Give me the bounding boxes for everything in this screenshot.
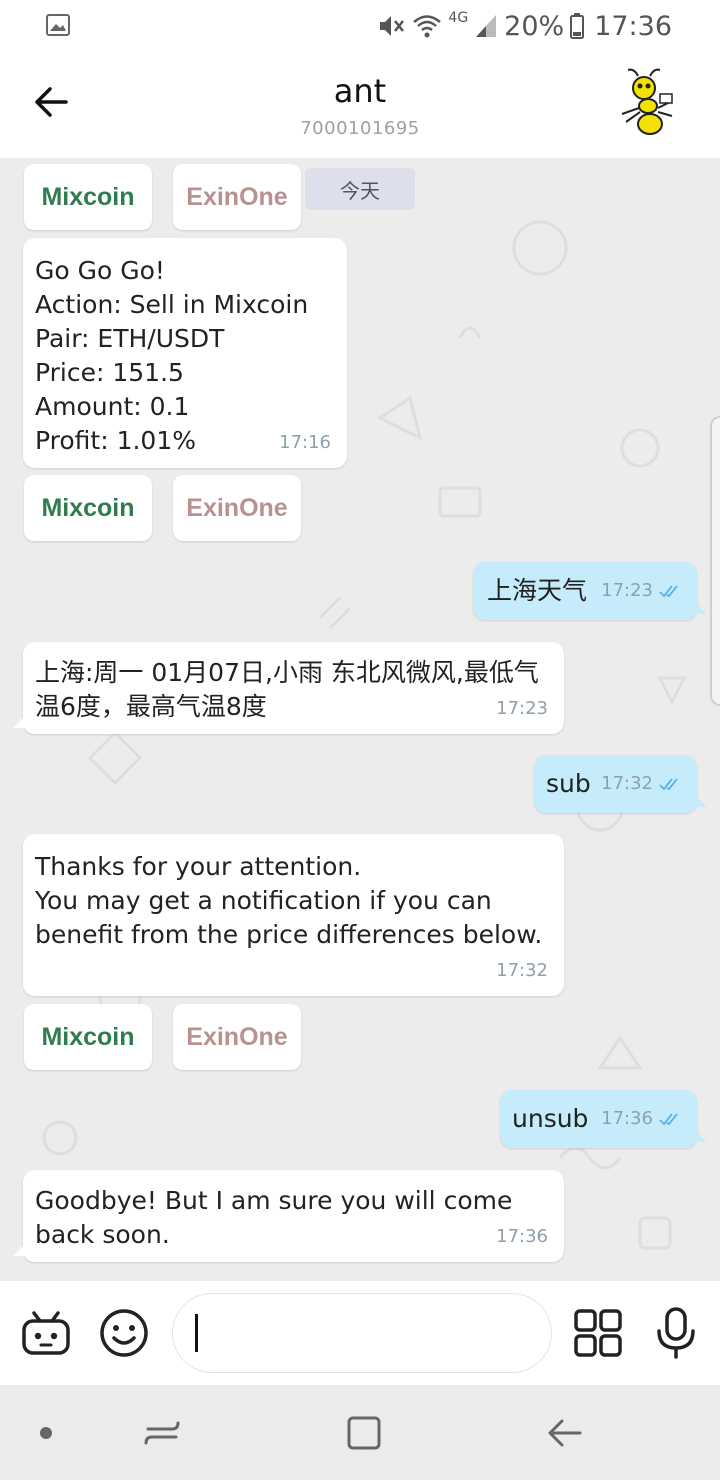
message-bubble-outgoing[interactable]: 上海天气 17:23 xyxy=(473,562,707,620)
message-list[interactable]: Mixcoin ExinOne 今天 Go Go Go! Action: Sel… xyxy=(0,158,720,1281)
back-icon[interactable] xyxy=(544,1411,588,1455)
bubble-tail xyxy=(695,1130,707,1142)
double-check-icon xyxy=(659,585,678,598)
message-time: 17:36 xyxy=(601,1102,681,1136)
bubble-tail xyxy=(13,716,25,728)
mute-icon xyxy=(380,16,405,36)
status-bar: 4G 20% 17:36 xyxy=(0,0,720,52)
message-bubble-incoming[interactable]: Thanks for your attention. You may get a… xyxy=(23,834,564,996)
message-bubble-incoming[interactable]: Go Go Go! Action: Sell in Mixcoin Pair: … xyxy=(23,238,347,468)
network-type: 4G xyxy=(448,10,469,26)
exinone-button[interactable]: ExinOne xyxy=(173,164,301,230)
apps-icon[interactable] xyxy=(570,1305,626,1361)
text-caret xyxy=(195,1314,198,1352)
signal-icon xyxy=(476,15,497,37)
message-text: 上海:周一 01月07日,小雨 东北风微风,最低气温6度，最高气温8度 xyxy=(35,658,539,721)
message-time: 17:32 xyxy=(601,767,681,801)
conversation-header: ant 7000101695 xyxy=(0,52,720,158)
bot-icon[interactable] xyxy=(18,1305,74,1361)
wifi-icon xyxy=(413,15,442,38)
emoji-icon[interactable] xyxy=(96,1305,152,1361)
message-bubble-outgoing[interactable]: sub 17:32 xyxy=(534,755,707,813)
gallery-icon xyxy=(46,14,70,36)
date-chip: 今天 xyxy=(305,168,415,210)
system-navigation-bar xyxy=(0,1385,720,1480)
battery-percent: 20% xyxy=(504,10,565,42)
message-bubble-incoming[interactable]: Goodbye! But I am sure you will come bac… xyxy=(13,1170,564,1262)
mixcoin-button[interactable]: Mixcoin xyxy=(24,475,152,541)
bubble-tail xyxy=(695,602,707,614)
conversation-id: 7000101695 xyxy=(300,118,420,139)
avatar[interactable] xyxy=(616,68,676,138)
exinone-button[interactable]: ExinOne xyxy=(173,475,301,541)
conversation-title[interactable]: ant xyxy=(0,72,720,110)
mixcoin-button[interactable]: Mixcoin xyxy=(24,164,152,230)
message-time: 17:16 xyxy=(279,432,331,453)
bubble-tail xyxy=(13,1244,25,1256)
battery-icon xyxy=(570,13,585,39)
message-text: Thanks for your attention. You may get a… xyxy=(35,852,543,949)
bubble-tail xyxy=(695,795,707,807)
dot-icon[interactable] xyxy=(24,1411,68,1455)
message-time: 17:23 xyxy=(601,574,681,608)
mic-icon[interactable] xyxy=(648,1305,704,1361)
status-indicators: 4G 20% 17:36 xyxy=(376,8,672,44)
message-time: 17:32 xyxy=(496,960,548,981)
home-icon[interactable] xyxy=(342,1411,386,1455)
message-input[interactable] xyxy=(172,1293,552,1373)
double-check-icon xyxy=(659,778,678,791)
message-time: 17:36 xyxy=(496,1226,548,1247)
double-check-icon xyxy=(659,1113,678,1126)
message-time: 17:23 xyxy=(496,698,548,719)
message-bubble-outgoing[interactable]: unsub 17:36 xyxy=(500,1090,707,1148)
exinone-button[interactable]: ExinOne xyxy=(173,1004,301,1070)
message-bubble-incoming[interactable]: 上海:周一 01月07日,小雨 东北风微风,最低气温6度，最高气温8度 17:2… xyxy=(13,642,564,734)
mixcoin-button[interactable]: Mixcoin xyxy=(24,1004,152,1070)
scrollbar-handle[interactable] xyxy=(710,416,720,706)
recents-icon[interactable] xyxy=(140,1411,184,1455)
composer-bar xyxy=(0,1281,720,1385)
status-time: 17:36 xyxy=(594,10,672,42)
message-text: Goodbye! But I am sure you will come bac… xyxy=(35,1186,513,1249)
